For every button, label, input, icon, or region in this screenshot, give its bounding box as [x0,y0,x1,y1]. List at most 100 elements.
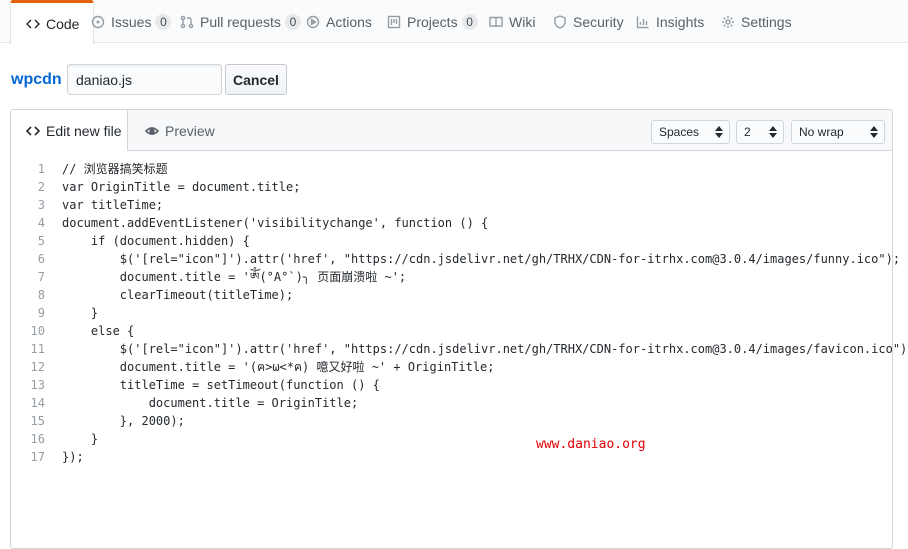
watermark-text: www.daniao.org [536,437,646,452]
code-line[interactable]: 12 document.title = '(ฅ>ω<*ฅ) 噫又好啦 ~' + … [11,358,892,376]
line-number: 13 [30,378,45,392]
projects-counter: 0 [461,13,478,30]
line-number: 11 [30,342,45,356]
pull-request-icon [179,14,195,30]
code-line[interactable]: 5 if (document.hidden) { [11,232,892,250]
line-text: if (document.hidden) { [62,234,250,248]
line-text: document.title = '(ฅ>ω<*ฅ) 噫又好啦 ~' + Ori… [62,360,495,374]
line-number: 14 [30,396,45,410]
tab-actions[interactable]: Actions [305,0,372,43]
code-line[interactable]: 9 } [11,304,892,322]
eye-icon [145,126,159,135]
shield-icon [552,14,568,30]
line-number: 2 [37,180,45,194]
tab-security[interactable]: Security [552,0,624,43]
line-text: }, 2000); [62,414,185,428]
tab-settings-label: Settings [741,13,792,30]
line-text: } [62,432,99,446]
line-text: var titleTime; [62,198,164,212]
line-number: 10 [30,324,45,338]
line-number: 1 [37,162,45,176]
code-line[interactable]: 7 document.title = 'ༀ(°A°`)╮ 页面崩溃啦 ~'; [11,268,892,286]
code-line[interactable]: 4 document.addEventListener('visibilitych… [11,214,892,232]
pull-requests-counter: 0 [284,13,301,30]
project-icon [386,14,402,30]
code-icon [25,16,41,32]
line-number: 15 [30,414,45,428]
tab-projects-label: Projects [407,13,458,30]
line-number: 6 [37,252,45,266]
line-text: else { [62,324,135,338]
indent-size-select[interactable]: 2 [736,120,784,144]
code-icon [26,125,40,136]
tab-pull-requests-label: Pull requests [200,13,281,30]
issue-icon [90,14,106,30]
indent-mode-select[interactable]: Spaces [651,120,730,144]
line-text: $('[rel="icon"]').attr('href', "https://… [62,252,901,266]
line-number: 9 [37,306,45,320]
code-line[interactable]: 10 else { [11,322,892,340]
filename-input[interactable] [67,64,222,95]
select-arrows-icon [870,126,878,138]
cancel-button[interactable]: Cancel [225,64,287,95]
wrap-mode-value: No wrap [799,125,844,139]
code-line[interactable]: 11 $('[rel="icon"]').attr('href', "https… [11,340,908,358]
tab-pull-requests[interactable]: Pull requests 0 [179,0,301,43]
code-line[interactable]: 15 }, 2000); [11,412,892,430]
tab-settings[interactable]: Settings [720,0,792,43]
line-number: 12 [30,360,45,374]
line-number: 3 [37,198,45,212]
code-line[interactable]: 16 } [11,430,892,448]
line-text: titleTime = setTimeout(function () { [62,378,380,392]
line-number: 17 [30,450,45,464]
tab-security-label: Security [573,13,624,30]
play-icon [305,14,321,30]
line-text: document.title = OriginTitle; [62,396,359,410]
code-line[interactable]: 17}); [11,448,892,466]
tab-preview-label: Preview [165,122,215,139]
line-number: 16 [30,432,45,446]
tab-projects[interactable]: Projects 0 [386,0,478,43]
code-line[interactable]: 13 titleTime = setTimeout(function () { [11,376,892,394]
code-line[interactable]: 1 // 浏览器搞笑标题 [11,160,892,178]
line-text: document.addEventListener('visibilitycha… [62,216,489,230]
code-area[interactable]: 1 // 浏览器搞笑标题 2 var OriginTitle = document.t… [11,160,908,466]
line-text: $('[rel="icon"]').attr('href', "https://… [62,342,908,356]
issues-counter: 0 [155,13,172,30]
wrap-mode-select[interactable]: No wrap [791,120,885,144]
line-text: }); [62,450,84,464]
file-editor: Edit new file Preview Spaces 2 No wrap 1… [10,109,908,549]
line-text: } [62,306,99,320]
code-line[interactable]: 3 var titleTime; [11,196,892,214]
tab-issues[interactable]: Issues 0 [90,0,172,43]
tab-wiki-label: Wiki [509,13,536,30]
code-line[interactable]: 2 var OriginTitle = document.title; [11,178,892,196]
gear-icon [720,14,736,30]
select-arrows-icon [715,126,723,138]
code-line[interactable]: 14 document.title = OriginTitle; [11,394,892,412]
tab-wiki[interactable]: Wiki [488,0,535,43]
repo-link[interactable]: wpcdn [11,71,62,89]
code-line[interactable]: 6 $('[rel="icon"]').attr('href', "https:… [11,250,900,268]
tab-edit-new-file[interactable]: Edit new file [11,110,128,151]
tab-insights-label: Insights [656,13,705,30]
tab-preview[interactable]: Preview [145,110,215,151]
tab-code[interactable]: Code [10,0,95,44]
line-number: 5 [37,234,45,248]
code-line[interactable]: 8 clearTimeout(titleTime); [11,286,892,304]
editor-toolbar: Edit new file Preview Spaces 2 No wrap [11,110,892,151]
line-number: 8 [37,288,45,302]
tab-issues-label: Issues [111,13,152,30]
line-text: var OriginTitle = document.title; [62,180,301,194]
graph-icon [635,14,651,30]
line-number: 7 [37,270,45,284]
line-text: clearTimeout(titleTime); [62,288,294,302]
tab-code-label: Code [46,15,80,32]
book-icon [488,14,504,30]
repo-nav: Code Issues 0 Pull requests 0 Actions Pr… [0,0,908,44]
line-text: document.title = 'ༀ(°A°`)╮ 页面崩溃啦 ~'; [62,270,407,284]
tab-insights[interactable]: Insights [635,0,704,43]
line-text: // 浏览器搞笑标题 [62,162,168,176]
indent-size-value: 2 [744,125,751,139]
indent-mode-value: Spaces [659,125,700,139]
